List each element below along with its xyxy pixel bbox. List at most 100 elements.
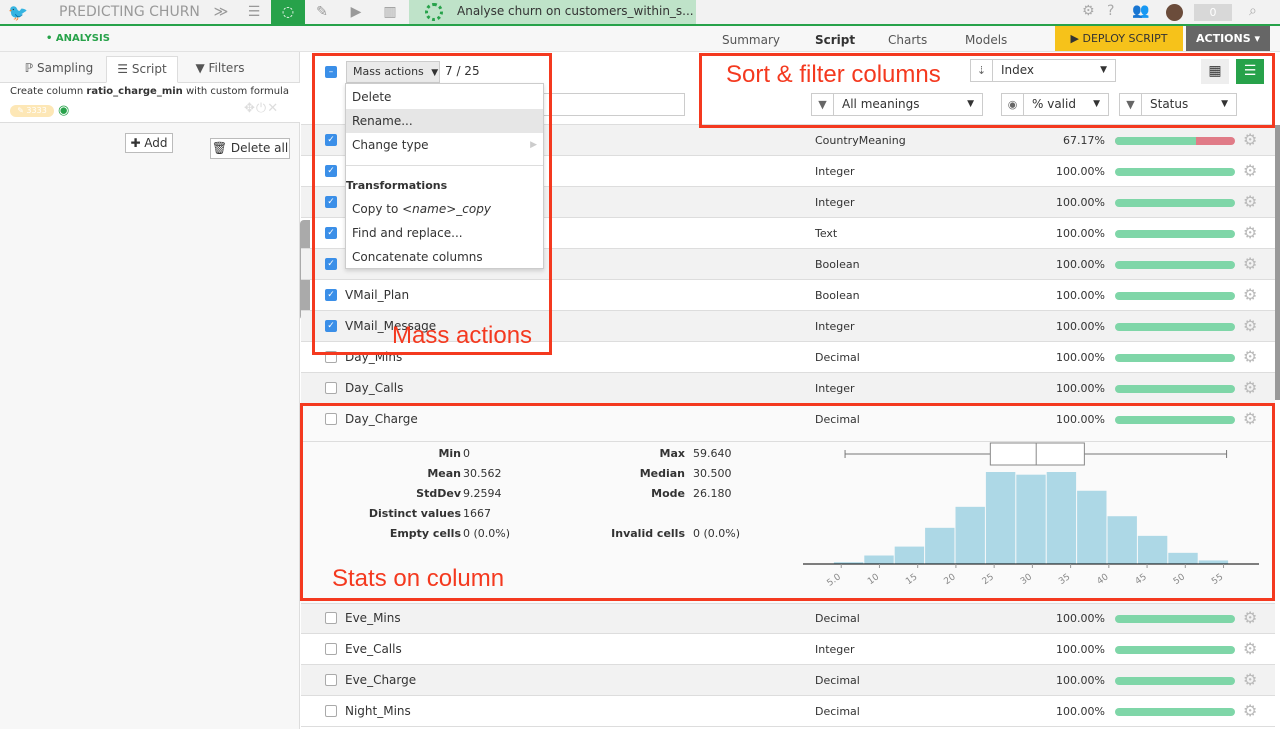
column-checkbox[interactable]: ✓ (325, 196, 337, 208)
column-meaning[interactable]: Decimal (815, 351, 860, 364)
column-row[interactable]: Eve_Mins Decimal 100.00% ⚙ (301, 603, 1275, 634)
gear-icon[interactable]: ⚙ (1243, 223, 1257, 242)
menu-item-rename[interactable]: Rename... (346, 109, 543, 133)
avatar[interactable] (1166, 4, 1183, 21)
column-search-input[interactable] (541, 93, 685, 116)
column-checkbox[interactable] (325, 382, 337, 394)
gear-icon[interactable]: ⚙ (1243, 670, 1257, 689)
column-row[interactable]: Day_Calls Integer 100.00% ⚙ (301, 373, 1275, 404)
gear-icon[interactable]: ⚙ (1243, 409, 1257, 428)
column-name[interactable]: Eve_Mins (345, 611, 401, 625)
column-checkbox[interactable] (325, 351, 337, 363)
column-meaning[interactable]: Decimal (815, 674, 860, 687)
column-checkbox[interactable] (325, 612, 337, 624)
notification-count[interactable]: 0 (1194, 4, 1232, 21)
search-icon[interactable]: ⌕ (1249, 3, 1257, 19)
column-name[interactable]: Day_Charge (345, 412, 418, 426)
column-checkbox[interactable]: ✓ (325, 165, 337, 177)
tab-script-left[interactable]: ☰ Script (106, 56, 178, 83)
column-name[interactable]: Day_Calls (345, 381, 403, 395)
column-meaning[interactable]: Text (815, 227, 837, 240)
column-name[interactable]: Night_Mins (345, 704, 411, 718)
column-meaning[interactable]: Boolean (815, 258, 860, 271)
actions-button[interactable]: ACTIONS ▾ (1186, 26, 1270, 51)
column-row[interactable]: Night_Mins Decimal 100.00% ⚙ (301, 696, 1275, 727)
menu-item-copy[interactable]: Copy to <name>_copy (346, 197, 543, 221)
gear-icon[interactable]: ⚙ (1243, 285, 1257, 304)
analysis-icon[interactable]: ◌ (271, 0, 305, 24)
column-checkbox[interactable]: ✓ (325, 134, 337, 146)
notebook-icon[interactable]: ✎ (305, 0, 339, 24)
select-all-checkbox[interactable]: – (325, 66, 337, 78)
gear-icon[interactable]: ⚙ (1243, 347, 1257, 366)
gear-icon[interactable]: ⚙ (1243, 608, 1257, 627)
display-select[interactable]: ◉ % valid ▼ (1001, 93, 1109, 116)
gear-icon[interactable]: ⚙ (1243, 378, 1257, 397)
eye-icon[interactable]: ◉ (58, 103, 69, 118)
menu-item-find-replace[interactable]: Find and replace... (346, 221, 543, 245)
column-checkbox[interactable]: ✓ (325, 258, 337, 270)
column-checkbox[interactable] (325, 705, 337, 717)
project-name[interactable]: PREDICTING CHURN (59, 4, 200, 20)
deploy-script-button[interactable]: ▶ DEPLOY SCRIPT (1055, 26, 1183, 51)
tab-models[interactable]: Models (965, 33, 1007, 47)
menu-item-delete[interactable]: Delete (346, 85, 543, 109)
script-step[interactable]: Create column ratio_charge_min with cust… (0, 83, 300, 123)
column-name[interactable]: Eve_Calls (345, 642, 402, 656)
column-meaning[interactable]: Integer (815, 643, 855, 656)
app-logo-icon[interactable]: 🐦 (8, 3, 32, 23)
gear-icon[interactable]: ⚙ (1243, 161, 1257, 180)
delete-all-button[interactable]: 🗑 Delete all (210, 138, 290, 159)
column-checkbox[interactable]: ✓ (325, 289, 337, 301)
column-row[interactable]: Eve_Calls Integer 100.00% ⚙ (301, 634, 1275, 665)
tab-sampling[interactable]: ℙ Sampling (14, 56, 104, 83)
gear-icon[interactable]: ⚙ (1243, 192, 1257, 211)
dashboard-icon[interactable]: ▥ (373, 0, 407, 24)
vertical-scrollbar[interactable] (1275, 125, 1280, 400)
gear-icon[interactable]: ⚙ (1243, 130, 1257, 149)
menu-item-concatenate[interactable]: Concatenate columns (346, 245, 543, 269)
column-checkbox[interactable]: ✓ (325, 227, 337, 239)
gear-icon[interactable]: ⚙ (1243, 701, 1257, 720)
meaning-filter-select[interactable]: ▼ All meanings ▼ (811, 93, 983, 116)
column-meaning[interactable]: Integer (815, 196, 855, 209)
run-icon[interactable]: ▶ (339, 0, 373, 24)
gear-icon[interactable]: ⚙ (1243, 316, 1257, 335)
column-meaning[interactable]: Decimal (815, 705, 860, 718)
column-meaning[interactable]: Integer (815, 165, 855, 178)
column-name[interactable]: Day_Mins (345, 350, 402, 364)
column-meaning[interactable]: CountryMeaning (815, 134, 906, 147)
gear-icon[interactable]: ⚙ (1243, 639, 1257, 658)
column-meaning[interactable]: Integer (815, 320, 855, 333)
column-meaning[interactable]: Decimal (815, 612, 860, 625)
column-checkbox[interactable] (325, 674, 337, 686)
column-row[interactable]: ✓ VMail_Plan Boolean 100.00% ⚙ (301, 280, 1275, 311)
power-icon[interactable]: ⏻ (256, 101, 267, 116)
column-name[interactable]: VMail_Plan (345, 288, 409, 302)
column-checkbox[interactable] (325, 413, 337, 425)
close-icon[interactable]: ✕ (267, 101, 279, 116)
table-view-button[interactable]: ▦ (1201, 59, 1229, 84)
list-view-button[interactable]: ☰ (1236, 59, 1264, 84)
status-filter-select[interactable]: ▼ Status ▼ (1119, 93, 1237, 116)
move-icon[interactable]: ✥ (244, 101, 256, 116)
column-row[interactable]: Day_Charge Decimal 100.00% ⚙ (301, 404, 1275, 442)
settings-icon[interactable]: ⚙ (1082, 3, 1095, 19)
current-analysis[interactable]: Analyse churn on customers_within_s... (409, 0, 696, 24)
users-icon[interactable]: 👥 (1132, 3, 1149, 19)
tab-charts[interactable]: Charts (888, 33, 927, 47)
mass-actions-button[interactable]: Mass actions ▼ (346, 61, 440, 83)
column-name[interactable]: Eve_Charge (345, 673, 416, 687)
column-meaning[interactable]: Boolean (815, 289, 860, 302)
datasets-icon[interactable]: ☰ (237, 0, 271, 24)
help-icon[interactable]: ? (1107, 3, 1114, 19)
column-checkbox[interactable] (325, 643, 337, 655)
flow-icon[interactable]: ≫ (204, 0, 238, 24)
column-row[interactable]: Eve_Charge Decimal 100.00% ⚙ (301, 665, 1275, 696)
gear-icon[interactable]: ⚙ (1243, 254, 1257, 273)
sort-select[interactable]: ⇣ Index ▼ (970, 59, 1116, 82)
menu-item-change-type[interactable]: Change type ▶ (346, 133, 543, 157)
tab-filters[interactable]: ▼ Filters (182, 56, 258, 83)
add-step-button[interactable]: ✚ Add (125, 133, 173, 153)
tab-summary[interactable]: Summary (722, 33, 780, 47)
